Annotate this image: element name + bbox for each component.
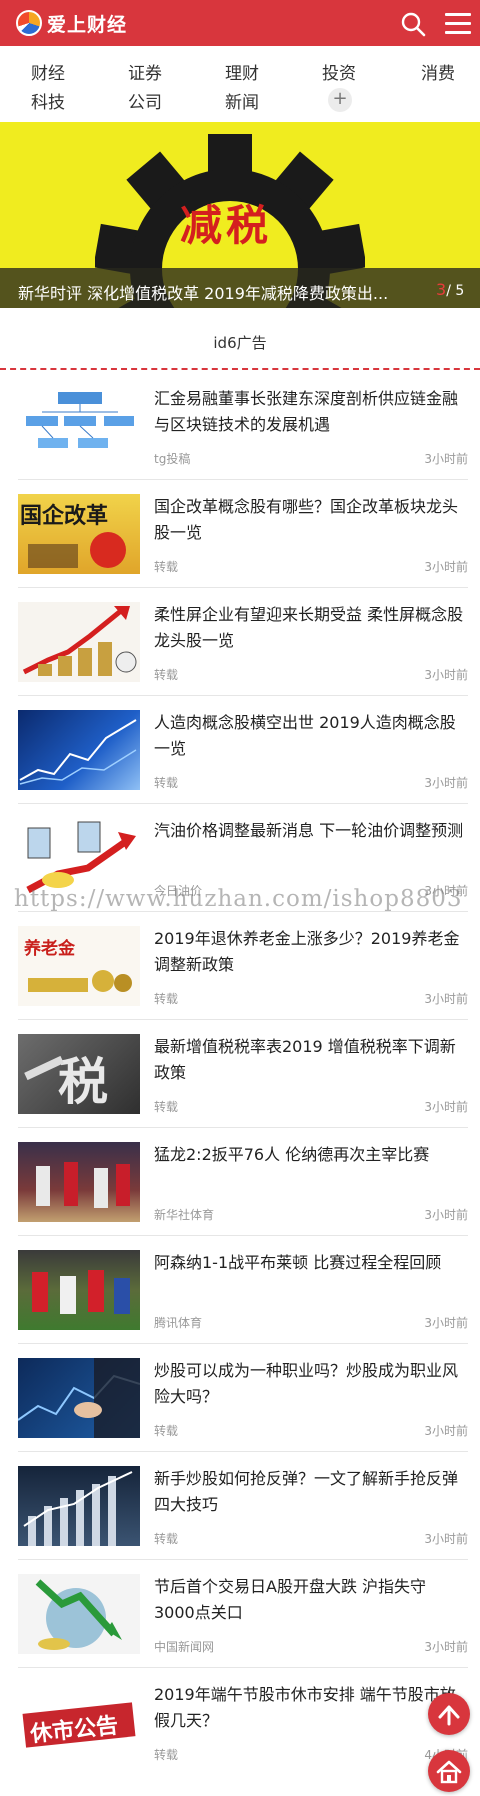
site-logo[interactable]: 爱上财经 (16, 9, 127, 37)
article-title: 国企改革概念股有哪些？国企改革板块龙头股一览 (154, 497, 459, 542)
nav-item-xinwen[interactable]: 新闻 (212, 88, 272, 113)
nav-item-licai[interactable]: 理财 (212, 59, 272, 84)
brand-name: 爱上财经 (47, 13, 128, 36)
article-title: 新手炒股如何抢反弹？一文了解新手抢反弹四大技巧 (154, 1469, 459, 1514)
article-time: 3小时前 (424, 452, 468, 466)
article-time: 3小时前 (424, 1100, 468, 1114)
nav-item-keji[interactable]: 科技 (18, 88, 78, 113)
article-title: 人造肉概念股横空出世 2019人造肉概念股一览 (154, 713, 456, 758)
nav-item-xiaofei[interactable]: 消费 (408, 59, 468, 84)
list-item[interactable]: 税 最新增值税税率表2019 增值税税率下调新政策 转载 3小时前 (18, 1020, 468, 1128)
article-source: 转载 (154, 1748, 179, 1762)
article-source: 转载 (154, 776, 179, 790)
thumb-caption: 养老金 (24, 939, 75, 959)
article-thumbnail (18, 1358, 140, 1438)
category-nav: 财经 证券 理财 投资 消费 科技 公司 新闻 (0, 46, 480, 122)
article-source: 新华社体育 (154, 1208, 215, 1222)
home-button[interactable] (428, 1750, 470, 1792)
menu-icon[interactable] (445, 13, 471, 35)
ad-slot[interactable]: id6广告 (0, 308, 480, 370)
list-item[interactable]: 养老金 2019年退休养老金上涨多少？2019养老金调整新政策 转载 3小时前 (18, 912, 468, 1020)
article-source: 转载 (154, 992, 179, 1006)
list-item[interactable]: 节后首个交易日A股开盘大跌 沪指失守3000点关口 中国新闻网 3小时前 (18, 1560, 468, 1668)
article-source: 转载 (154, 560, 179, 574)
article-time: 3小时前 (424, 992, 468, 1006)
article-time: 3小时前 (424, 1316, 468, 1330)
article-time: 3小时前 (424, 1424, 468, 1438)
list-item[interactable]: 新手炒股如何抢反弹？一文了解新手抢反弹四大技巧 转载 3小时前 (18, 1452, 468, 1560)
article-thumbnail (18, 1574, 140, 1654)
article-thumbnail: 休市公告 (18, 1682, 140, 1762)
article-thumbnail (18, 1250, 140, 1330)
article-time: 3小时前 (424, 776, 468, 790)
search-icon[interactable] (400, 11, 426, 37)
article-source: 转载 (154, 1532, 179, 1546)
logo-icon (16, 10, 42, 36)
watermark-text: https://www.huzhan.com/ishop8803 (14, 886, 463, 912)
article-title: 节后首个交易日A股开盘大跌 沪指失守3000点关口 (154, 1577, 427, 1622)
article-source: 转载 (154, 1424, 179, 1438)
article-title: 汇金易融董事长张建东深度剖析供应链金融与区块链技术的发展机遇 (154, 389, 459, 434)
article-time: 3小时前 (424, 1208, 468, 1222)
home-icon (436, 1760, 462, 1784)
thumb-caption: 国企改革 (20, 504, 109, 529)
article-title: 猛龙2:2扳平76人 伦纳德再次主宰比赛 (154, 1145, 430, 1164)
nav-item-caijing[interactable]: 财经 (18, 59, 78, 84)
banner-pager: 3/ 5 (436, 280, 464, 299)
nav-item-gongsi[interactable]: 公司 (115, 88, 175, 113)
article-title: 汽油价格调整最新消息 下一轮油价调整预测 (154, 821, 464, 840)
banner-total: / 5 (446, 283, 465, 299)
article-title: 阿森纳1-1战平布莱顿 比赛过程全程回顾 (154, 1253, 442, 1272)
article-source: 转载 (154, 1100, 179, 1114)
banner-badge-text: 减税 (180, 201, 273, 250)
banner-current-index: 3 (436, 280, 447, 299)
list-item[interactable]: 汇金易融董事长张建东深度剖析供应链金融与区块链技术的发展机遇 tg投稿 3小时前 (18, 372, 468, 480)
list-item[interactable]: 炒股可以成为一种职业吗？炒股成为职业风险大吗？ 转载 3小时前 (18, 1344, 468, 1452)
article-thumbnail (18, 1142, 140, 1222)
article-source: 腾讯体育 (154, 1316, 203, 1330)
ad-label: id6广告 (213, 334, 267, 352)
article-title: 最新增值税税率表2019 增值税税率下调新政策 (154, 1037, 456, 1082)
banner-title[interactable]: 新华时评 深化增值税改革 2019年减税降费政策出... (18, 280, 388, 304)
article-time: 3小时前 (424, 560, 468, 574)
article-title: 2019年端午节股市休市安排 端午节股市放假几天？ (154, 1685, 456, 1730)
list-item[interactable]: 休市公告 2019年端午节股市休市安排 端午节股市放假几天？ 转载 4小时前 (18, 1668, 468, 1776)
list-item[interactable]: 柔性屏企业有望迎来长期受益 柔性屏概念股龙头股一览 转载 3小时前 (18, 588, 468, 696)
article-title: 炒股可以成为一种职业吗？炒股成为职业风险大吗？ (154, 1361, 459, 1406)
nav-item-zhengquan[interactable]: 证券 (115, 59, 175, 84)
article-title: 2019年退休养老金上涨多少？2019养老金调整新政策 (154, 929, 460, 974)
article-time: 3小时前 (424, 668, 468, 682)
nav-item-touzi[interactable]: 投资 (309, 59, 369, 84)
back-to-top-button[interactable] (428, 1693, 470, 1735)
article-thumbnail (18, 1466, 140, 1546)
top-bar: 爱上财经 (0, 0, 480, 46)
article-title: 柔性屏企业有望迎来长期受益 柔性屏概念股龙头股一览 (154, 605, 464, 650)
arrow-up-icon (438, 1705, 460, 1726)
list-item[interactable]: 人造肉概念股横空出世 2019人造肉概念股一览 转载 3小时前 (18, 696, 468, 804)
list-item[interactable]: 国企改革 国企改革概念股有哪些？国企改革板块龙头股一览 转载 3小时前 (18, 480, 468, 588)
list-item[interactable]: 阿森纳1-1战平布莱顿 比赛过程全程回顾 腾讯体育 3小时前 (18, 1236, 468, 1344)
article-source: 转载 (154, 668, 179, 682)
article-source: 中国新闻网 (154, 1640, 215, 1654)
article-source: tg投稿 (154, 452, 191, 466)
article-thumbnail: 税 (18, 1034, 140, 1114)
article-thumbnail: 国企改革 (18, 494, 140, 574)
nav-more-button[interactable]: + (328, 88, 352, 112)
article-thumbnail (18, 710, 140, 790)
list-item[interactable]: 猛龙2:2扳平76人 伦纳德再次主宰比赛 新华社体育 3小时前 (18, 1128, 468, 1236)
article-thumbnail: 养老金 (18, 926, 140, 1006)
article-time: 3小时前 (424, 1532, 468, 1546)
thumb-caption: 税 (58, 1053, 108, 1111)
article-time: 3小时前 (424, 1640, 468, 1654)
article-thumbnail (18, 602, 140, 682)
article-thumbnail (18, 386, 140, 466)
